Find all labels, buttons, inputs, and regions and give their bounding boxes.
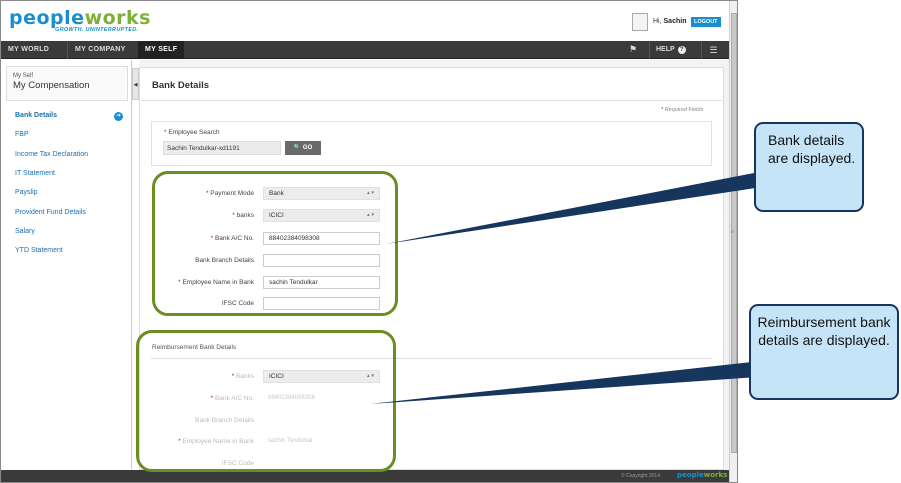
go-button[interactable]: 🔍 GO: [285, 141, 321, 155]
help-icon: ?: [677, 46, 686, 54]
app-header: peopleworks GROWTH. UNINTERRUPTED. Hi, S…: [1, 1, 729, 41]
sidebar-section-header: My Self My Compensation: [6, 66, 128, 101]
help-button[interactable]: HELP?: [649, 41, 686, 59]
logo-tagline: GROWTH. UNINTERRUPTED.: [55, 27, 139, 33]
collapse-arrow-icon[interactable]: ◀: [132, 68, 139, 100]
flag-icon[interactable]: ⚑: [629, 44, 637, 55]
highlight-bank-details: [152, 171, 398, 316]
divider: [141, 100, 722, 101]
scrollbar-grip: ≡: [731, 229, 734, 235]
page-title: Bank Details: [152, 80, 210, 91]
callout-reimbursement-details: Reimbursement bank details are displayed…: [749, 304, 899, 400]
sidebar-section-small: My Self: [13, 73, 34, 79]
avatar[interactable]: [632, 13, 648, 31]
sidebar-item-fbp[interactable]: FBP: [15, 131, 29, 138]
user-greeting: Hi, Sachin: [653, 18, 687, 25]
tab-my-self[interactable]: MY SELF: [138, 41, 185, 59]
sidebar-item-salary[interactable]: Salary: [15, 228, 35, 235]
menu-icon[interactable]: ☰: [701, 41, 725, 59]
peopleworks-logo[interactable]: peopleworks GROWTH. UNINTERRUPTED.: [9, 7, 151, 33]
employee-search-input[interactable]: Sachin Tendulkar-xd1191: [163, 141, 281, 155]
sidebar-item-it-statement[interactable]: IT Statement: [15, 170, 55, 177]
copyright-text: © Copyright 2014: [621, 473, 660, 479]
tab-my-company[interactable]: MY COMPANY: [67, 41, 133, 59]
main-nav: MY WORLD MY COMPANY MY SELF ⚑ HELP? ☰: [1, 41, 729, 59]
sidebar-item-ytd-statement[interactable]: YTD Statement: [15, 247, 63, 254]
required-fields-note: * Required Fields: [661, 107, 704, 113]
arrow-right-icon: ➜: [114, 112, 123, 121]
sidebar-item-bank-details[interactable]: Bank Details: [15, 112, 57, 119]
search-icon: 🔍: [293, 145, 302, 151]
sidebar-item-payslip[interactable]: Payslip: [15, 189, 38, 196]
sidebar-item-provident-fund[interactable]: Provident Fund Details: [15, 209, 86, 216]
sidebar-item-income-tax-declaration[interactable]: Income Tax Declaration: [15, 151, 88, 158]
employee-search-label: * Employee Search: [164, 129, 220, 136]
footer-logo: peopleworks: [677, 471, 728, 479]
scrollbar[interactable]: ≡: [729, 1, 737, 482]
logo-wordmark: peopleworks: [9, 7, 151, 29]
sidebar-section-title: My Compensation: [13, 80, 90, 91]
callout-bank-details: Bank details are displayed.: [754, 122, 864, 212]
tab-my-world[interactable]: MY WORLD: [1, 41, 56, 59]
logout-button[interactable]: LOGOUT: [691, 17, 721, 27]
highlight-reimbursement-details: [136, 330, 396, 472]
sidebar: My Self My Compensation: [1, 60, 132, 470]
